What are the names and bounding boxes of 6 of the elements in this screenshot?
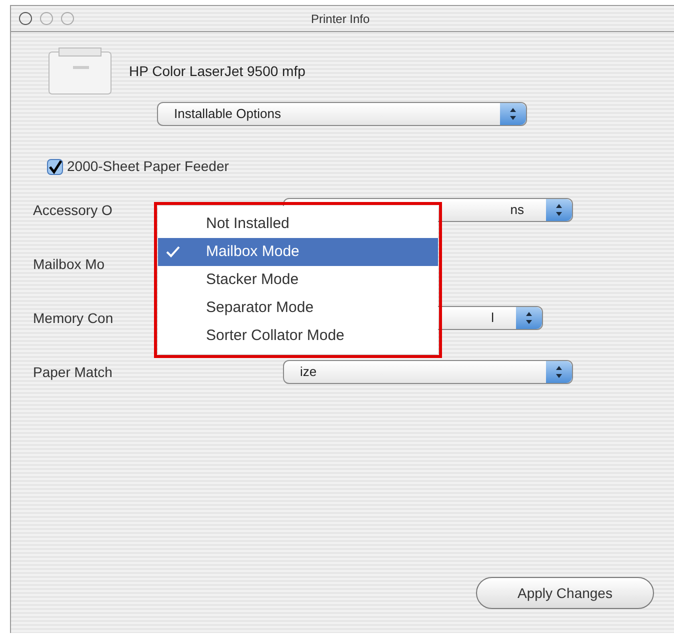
- window-title: Printer Info: [311, 10, 370, 28]
- checkbox-label: 2000-Sheet Paper Feeder: [67, 157, 229, 176]
- option-label: Accessory O: [33, 200, 114, 220]
- printer-name: HP Color LaserJet 9500 mfp: [129, 62, 306, 81]
- option-label: Paper Match: [33, 362, 114, 382]
- option-label: Mailbox Mo: [33, 254, 106, 274]
